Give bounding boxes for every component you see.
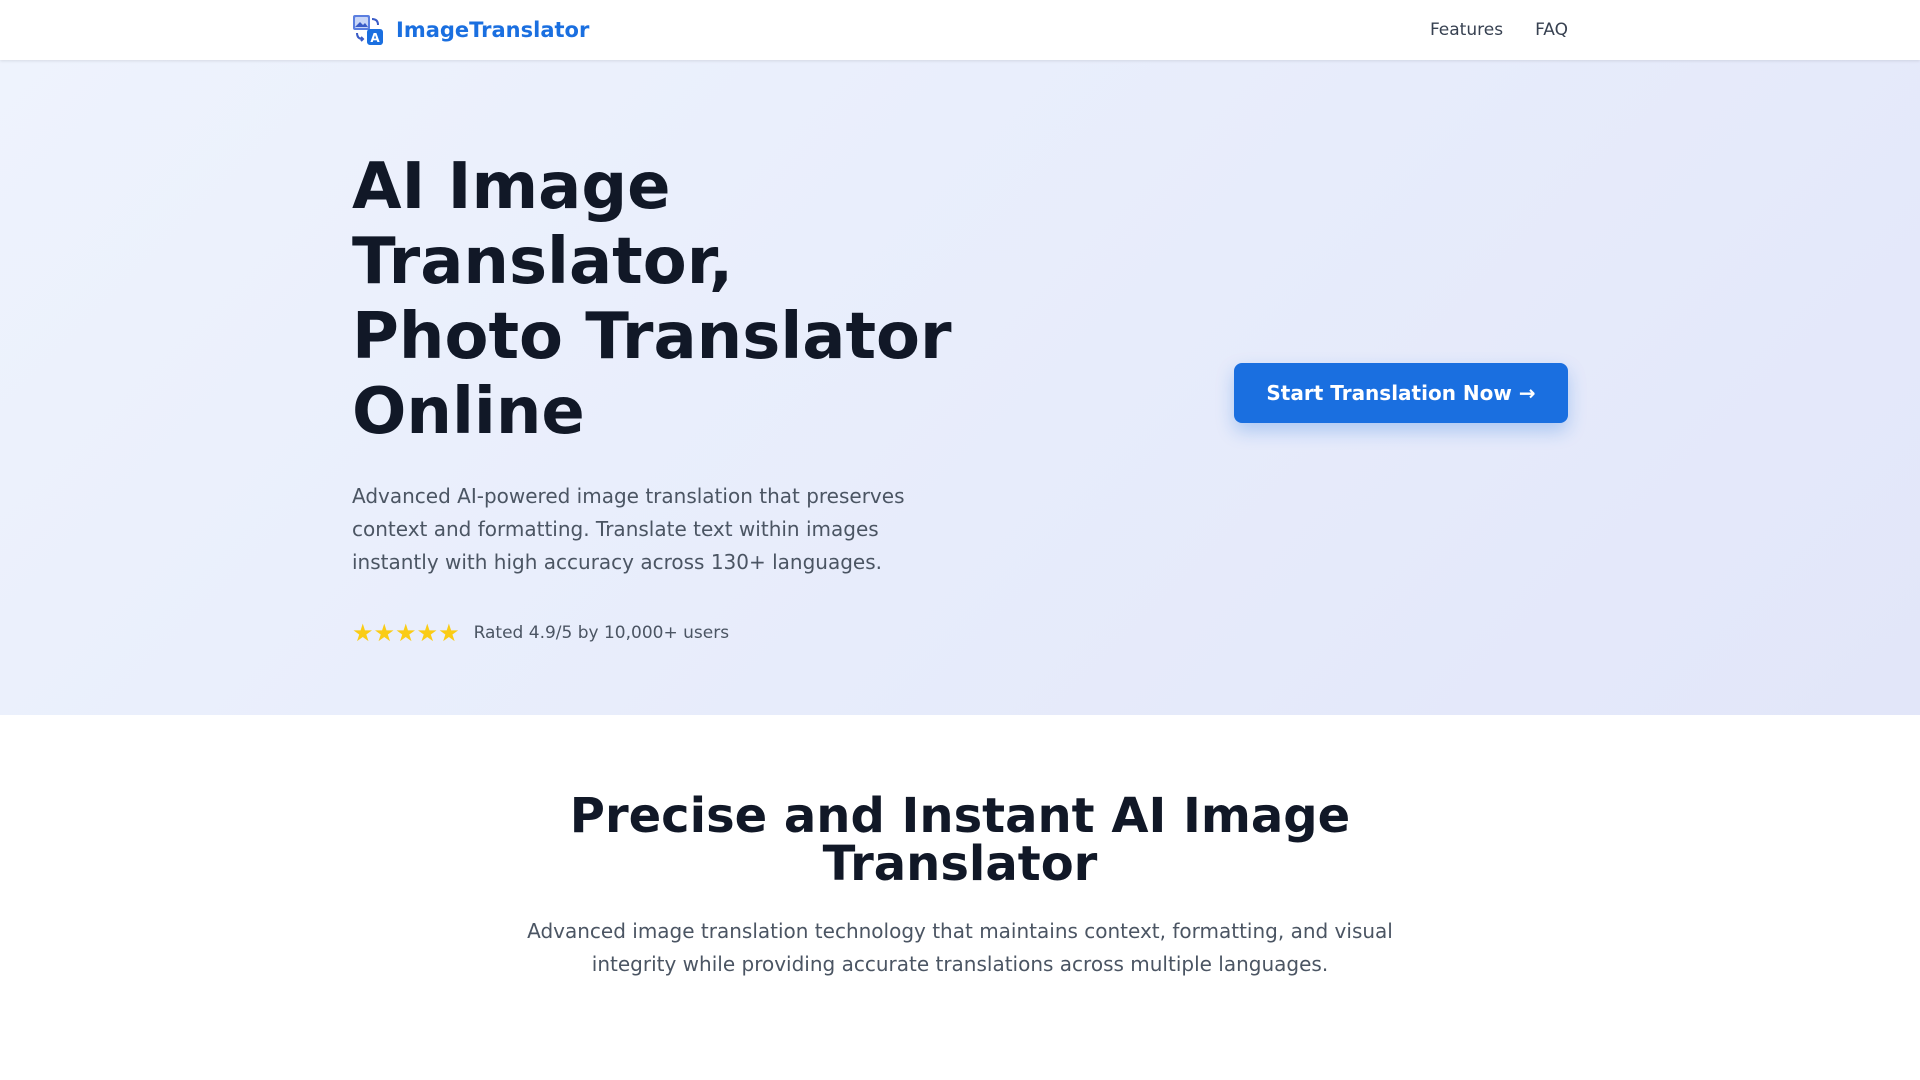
start-translation-button[interactable]: Start Translation Now → bbox=[1234, 363, 1568, 423]
features-section: Precise and Instant AI Image Translator … bbox=[0, 715, 1920, 1080]
nav-faq-link[interactable]: FAQ bbox=[1535, 20, 1568, 40]
logo-text: ImageTranslator bbox=[396, 18, 590, 42]
hero-section: AI Image Translator, Photo Translator On… bbox=[0, 60, 1920, 715]
hero-title-line: AI Image bbox=[352, 150, 671, 224]
image-translate-icon: A bbox=[353, 15, 383, 45]
nav-features-link[interactable]: Features bbox=[1430, 20, 1503, 40]
logo-link[interactable]: A ImageTranslator bbox=[352, 14, 589, 46]
rating: ★★★★★ Rated 4.9/5 by 10,000+ users bbox=[352, 619, 952, 647]
hero-title-line: Photo Translator bbox=[352, 300, 952, 374]
site-header: A ImageTranslator Features FAQ bbox=[0, 0, 1920, 60]
main-nav: Features FAQ bbox=[1430, 20, 1568, 40]
hero-content: AI Image Translator, Photo Translator On… bbox=[352, 150, 952, 647]
star-rating-icons: ★★★★★ bbox=[352, 619, 460, 647]
hero-title-line: Online bbox=[352, 375, 585, 449]
features-title: Precise and Instant AI Image Translator bbox=[569, 788, 1351, 892]
svg-text:A: A bbox=[370, 31, 380, 45]
rating-text: Rated 4.9/5 by 10,000+ users bbox=[473, 623, 730, 643]
features-description: Advanced image translation technology th… bbox=[527, 919, 1393, 976]
hero-title-line: Translator, bbox=[352, 225, 734, 299]
hero-description: Advanced AI-powered image translation th… bbox=[352, 484, 905, 574]
header-container: A ImageTranslator Features FAQ bbox=[352, 0, 1568, 60]
hero-title: AI Image Translator, Photo Translator On… bbox=[352, 150, 952, 450]
